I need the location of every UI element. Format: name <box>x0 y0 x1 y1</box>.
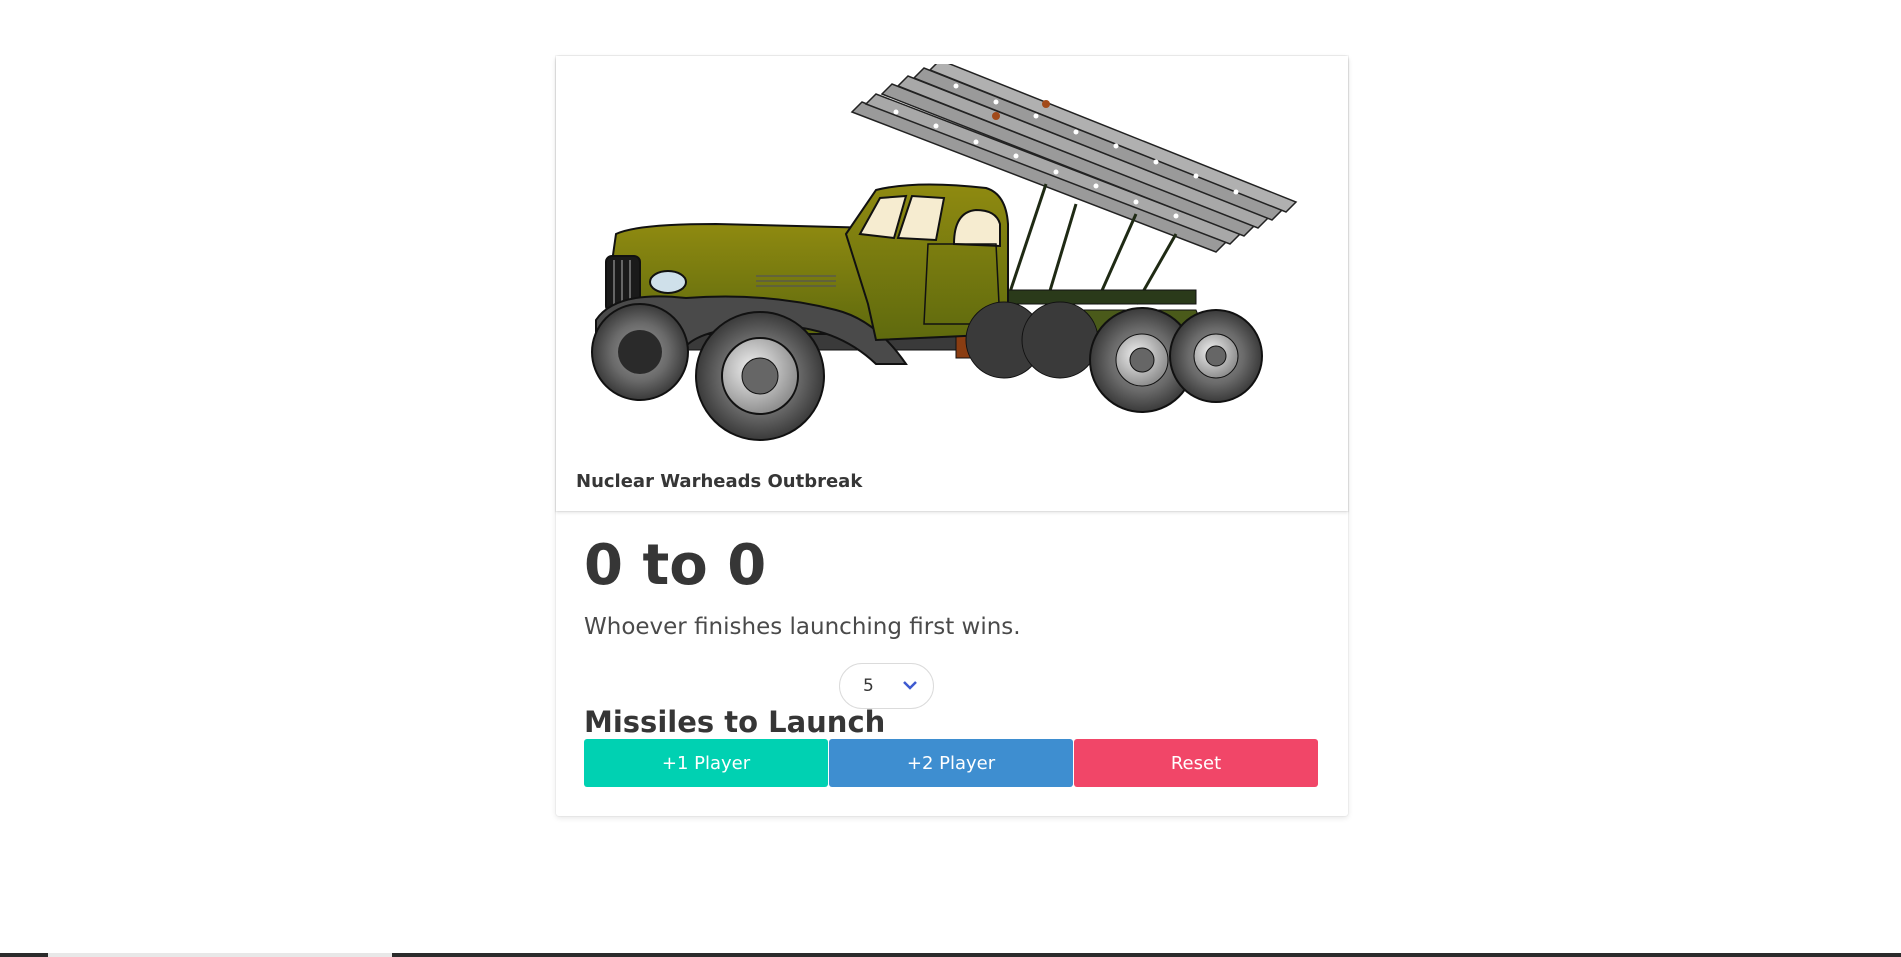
hero-caption: Nuclear Warheads Outbreak <box>576 471 863 492</box>
add-player-two-button[interactable]: +2 Player <box>829 739 1073 787</box>
reset-button[interactable]: Reset <box>1074 739 1318 787</box>
missiles-select-value: 5 <box>863 676 874 696</box>
missiles-label: Missiles to Launch <box>584 705 886 739</box>
rocket-launcher-truck-image <box>591 64 1298 441</box>
chevron-down-icon <box>902 677 918 697</box>
score-subtitle: Whoever finishes launching first wins. <box>584 614 1021 640</box>
hero-card: Nuclear Warheads Outbreak <box>556 56 1348 511</box>
front-wheel <box>695 311 825 441</box>
rear-wheel-hidden-2 <box>1021 301 1099 379</box>
score-title: 0 to 0 <box>584 533 767 598</box>
scrollbar-thumb[interactable] <box>48 953 392 957</box>
bottom-scrollbar[interactable] <box>0 953 1901 957</box>
missiles-select[interactable]: 5 <box>839 663 934 709</box>
add-player-one-button[interactable]: +1 Player <box>584 739 828 787</box>
game-card: Nuclear Warheads Outbreak 0 to 0 Whoever… <box>556 56 1348 816</box>
front-wheel-left <box>591 303 689 401</box>
rear-wheel-2 <box>1169 309 1263 403</box>
